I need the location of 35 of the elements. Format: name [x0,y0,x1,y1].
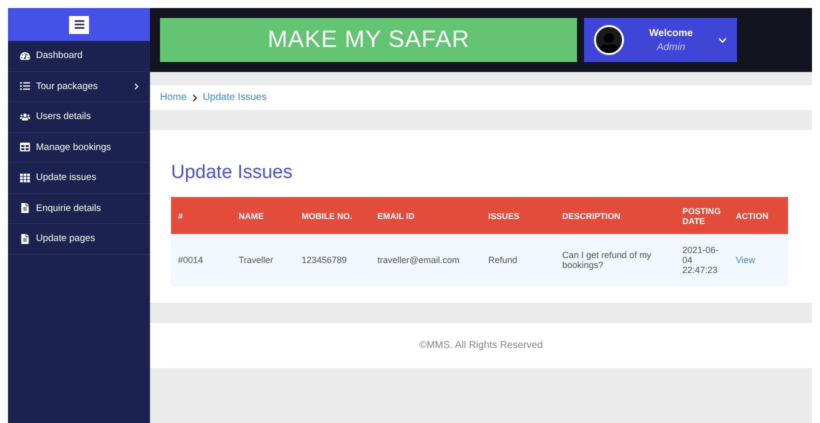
menu-icon [74,19,84,30]
copyright-text: ©MMS. All Rights Reserved [419,340,543,351]
column-header: MOBILE NO. [294,197,370,234]
column-header: # [171,197,232,234]
column-header: NAME [232,197,295,234]
table-icon [20,142,30,152]
brand-banner: MAKE MY SAFAR [160,18,577,62]
welcome-text: Welcome [649,28,693,38]
breadcrumb-link[interactable]: Update Issues [202,92,267,103]
page-title: Update Issues [171,162,294,184]
table-cell: Traveller [232,234,295,286]
column-header: DESCRIPTION [555,197,676,234]
table-cell: Refund [481,234,556,286]
table-cell: 2021-06-04 22:47:23 [675,234,729,286]
column-header: POSTING DATE [675,197,729,234]
file-icon [20,203,30,214]
grid-icon [20,172,30,183]
table-cell: Can I get refund of my bookings? [555,234,676,286]
table-cell: 123456789 [294,234,370,286]
user-role: Admin [656,42,686,52]
avatar-icon [594,25,624,55]
chevron-icon [133,82,140,90]
file-icon [20,234,30,244]
column-header: ISSUES [481,197,556,234]
users-icon [20,112,30,122]
table-cell: #0014 [171,234,232,286]
chevron-icon [190,94,199,102]
menu-button[interactable] [69,16,89,34]
column-header: EMAIL ID [370,197,482,234]
user-menu[interactable]: Welcome Admin [584,18,737,62]
list-icon [20,81,30,92]
chevron-down-icon [718,36,727,44]
column-header: ACTION [728,197,788,234]
dashboard-icon [20,50,30,61]
table-cell: traveller@email.com [370,234,482,286]
